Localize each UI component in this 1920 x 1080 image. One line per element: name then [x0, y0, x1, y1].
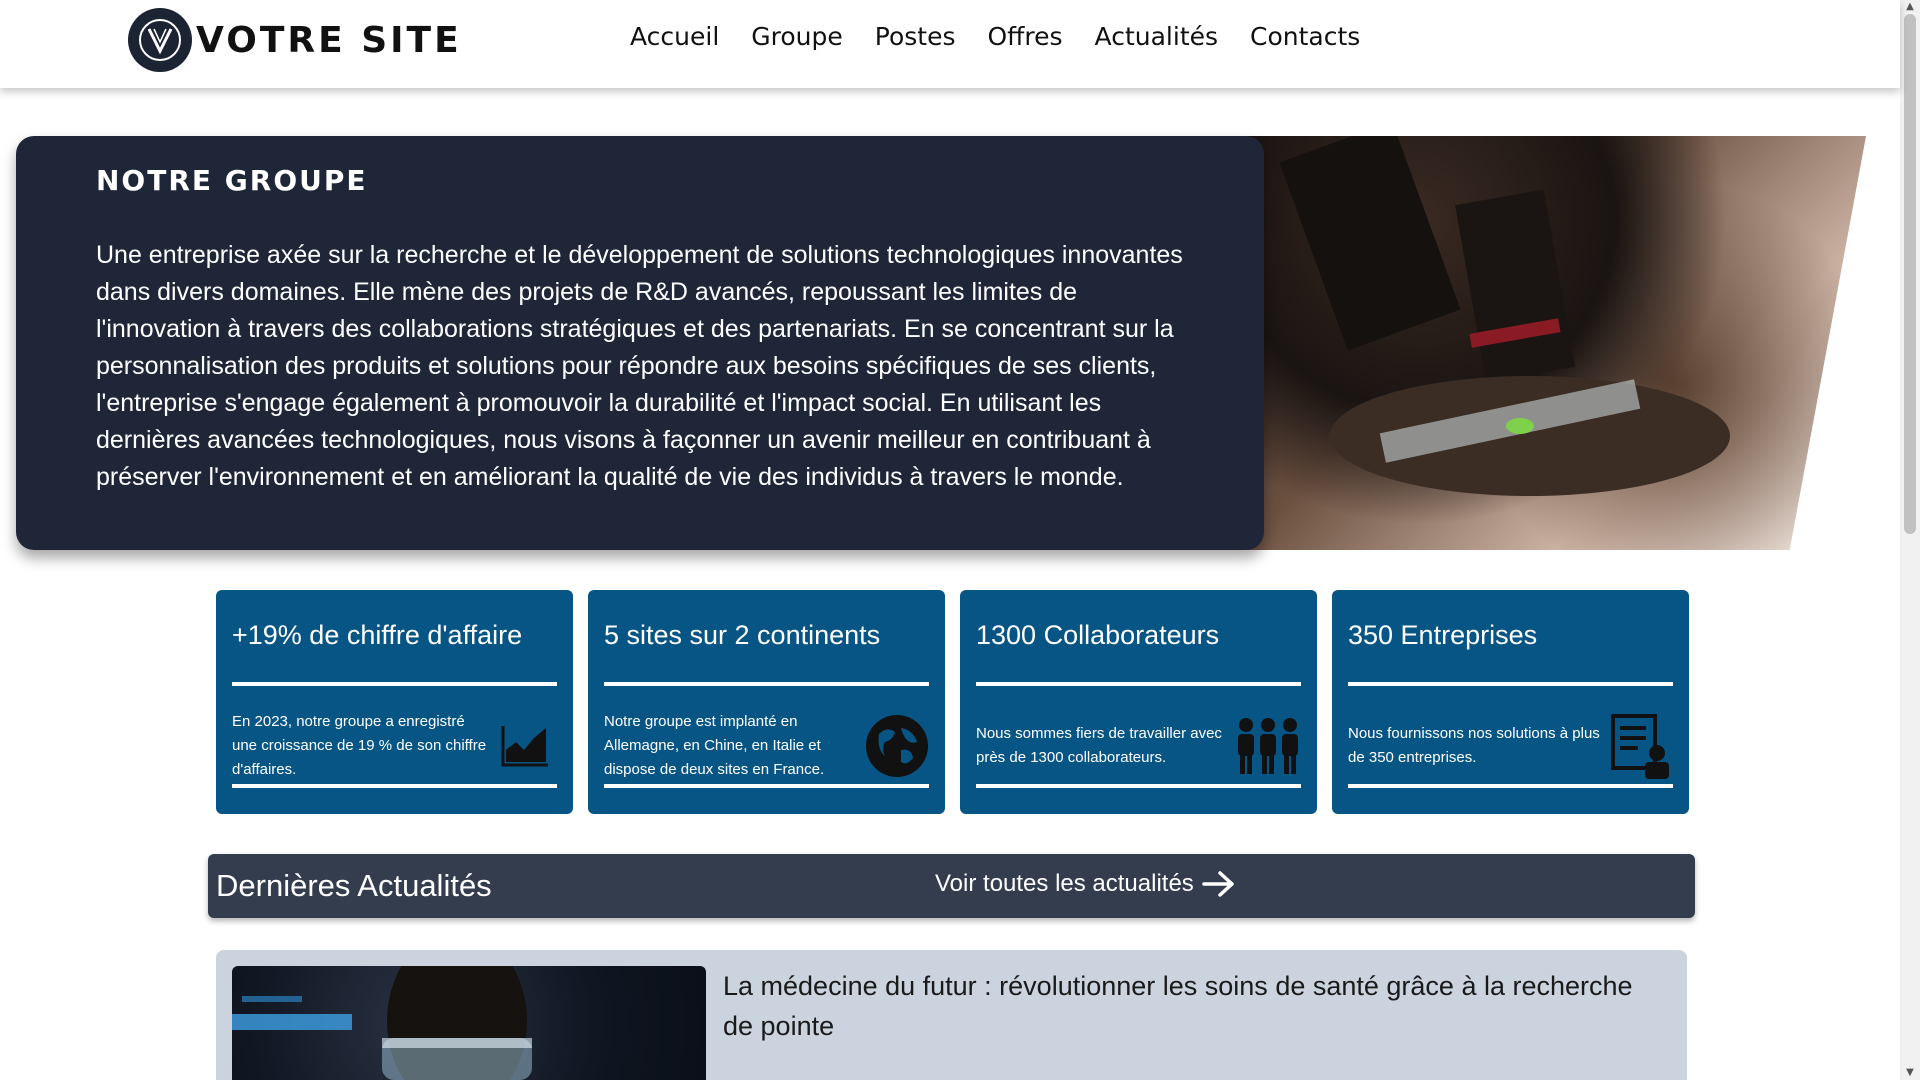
- logo-text: VOTRE SITE: [196, 19, 462, 61]
- hero-description: Une entreprise axée sur la recherche et …: [96, 241, 1183, 491]
- site-logo[interactable]: VOTRE SITE: [128, 8, 462, 72]
- stat-card-companies: 350 Entreprises Nous fournissons nos sol…: [1332, 590, 1689, 814]
- stats-row: +19% de chiffre d'affaire En 2023, notre…: [216, 590, 1689, 814]
- divider: [604, 682, 929, 686]
- nav-groupe[interactable]: Groupe: [751, 22, 843, 51]
- news-section-title: Dernières Actualités: [216, 868, 492, 903]
- divider: [232, 682, 557, 686]
- nav-offres[interactable]: Offres: [988, 22, 1063, 51]
- divider: [1348, 682, 1673, 686]
- scroll-down-arrow-icon[interactable]: ▼: [1904, 1067, 1916, 1079]
- chart-icon: [493, 713, 557, 779]
- nav-postes[interactable]: Postes: [875, 22, 956, 51]
- news-article-card[interactable]: La médecine du futur : révolutionner les…: [216, 950, 1687, 1080]
- divider: [232, 784, 557, 788]
- hero-title: NOTRE GROUPE: [96, 164, 368, 197]
- stat-card-collaborators: 1300 Collaborateurs Nous sommes fiers de…: [960, 590, 1317, 814]
- divider: [976, 784, 1301, 788]
- stat-text: Nous fournissons nos solutions à plus de…: [1348, 725, 1600, 766]
- divider: [1348, 784, 1673, 788]
- stat-title: 1300 Collaborateurs: [976, 620, 1220, 650]
- nav-contacts[interactable]: Contacts: [1250, 22, 1360, 51]
- client-document-icon: [1609, 713, 1673, 779]
- stat-text: Notre groupe est implanté en Allemagne, …: [604, 713, 825, 778]
- microscope-image: [1230, 136, 1866, 550]
- divider: [604, 784, 929, 788]
- arrow-right-icon: [1202, 871, 1234, 897]
- globe-icon: [865, 713, 929, 779]
- nav-accueil[interactable]: Accueil: [630, 22, 719, 51]
- stat-card-revenue: +19% de chiffre d'affaire En 2023, notre…: [216, 590, 573, 814]
- stat-text: En 2023, notre groupe a enregistré une c…: [232, 713, 487, 778]
- article-image[interactable]: [232, 966, 706, 1080]
- article-title[interactable]: La médecine du futur : révolutionner les…: [723, 966, 1663, 1046]
- main-nav: Accueil Groupe Postes Offres Actualités …: [630, 22, 1392, 51]
- group-hero-card: NOTRE GROUPE Une entreprise axée sur la …: [16, 136, 1264, 550]
- scroll-thumb[interactable]: [1904, 14, 1916, 534]
- page-scrollbar[interactable]: ▲ ▼: [1900, 0, 1920, 1080]
- scroll-up-arrow-icon[interactable]: ▲: [1904, 1, 1916, 13]
- all-news-link[interactable]: Voir toutes les actualités: [935, 870, 1236, 898]
- stat-title: +19% de chiffre d'affaire: [232, 620, 523, 650]
- nav-actualites[interactable]: Actualités: [1095, 22, 1218, 51]
- stat-card-sites: 5 sites sur 2 continents Notre groupe es…: [588, 590, 945, 814]
- all-news-link-label: Voir toutes les actualités: [935, 870, 1194, 897]
- stat-text: Nous sommes fiers de travailler avec prè…: [976, 725, 1222, 766]
- stat-title: 5 sites sur 2 continents: [604, 620, 881, 650]
- people-icon: [1235, 713, 1301, 779]
- divider: [976, 682, 1301, 686]
- logo-emblem-icon: [128, 8, 192, 72]
- news-section-header: Dernières Actualités Voir toutes les act…: [208, 854, 1695, 918]
- stat-title: 350 Entreprises: [1348, 620, 1538, 650]
- site-header: VOTRE SITE Accueil Groupe Postes Offres …: [0, 0, 1900, 88]
